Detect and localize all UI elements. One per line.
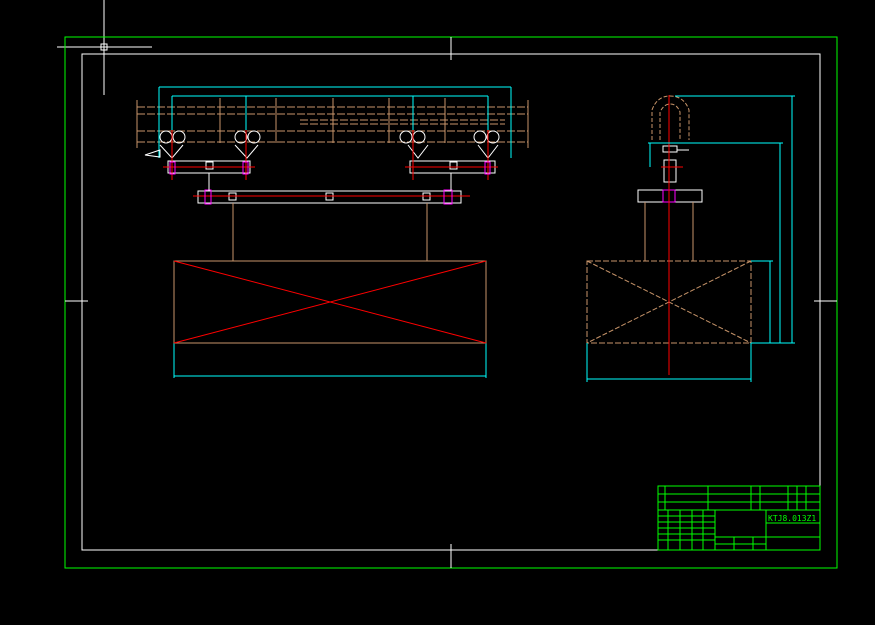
- cad-canvas[interactable]: KTJ8.013Z1: [0, 0, 875, 625]
- trolley-wheels: [144, 130, 500, 159]
- front-view: [136, 86, 529, 378]
- center-marks: [65, 37, 837, 568]
- load-box-cross: [173, 260, 487, 344]
- drawing-number: KTJ8.013Z1: [768, 514, 816, 523]
- side-view: [586, 95, 795, 382]
- side-dimension-lines: [586, 95, 795, 382]
- bolts: [169, 161, 491, 205]
- outer-border: [64, 36, 838, 569]
- crosshair-cursor-icon: [57, 0, 152, 95]
- inner-border: [81, 53, 821, 551]
